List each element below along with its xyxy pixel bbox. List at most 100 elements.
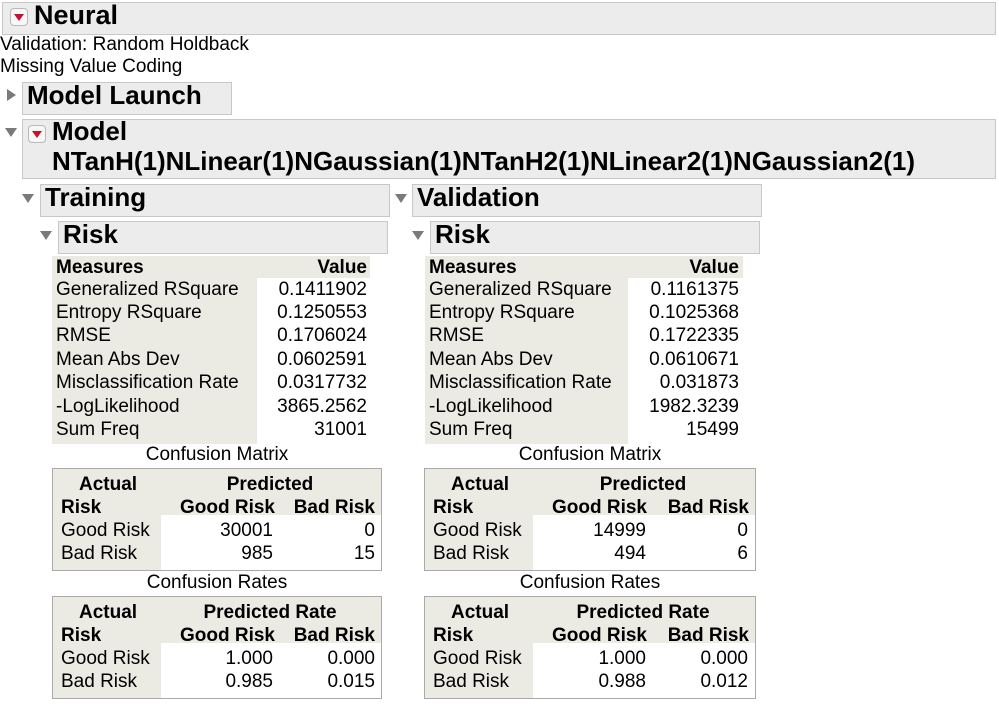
validation-measures-header: Measures	[429, 257, 517, 278]
model-structure-text: NTanH(1)NLinear(1)NGaussian(1)NTanH2(1)N…	[52, 146, 915, 176]
model-launch-disclosure-icon[interactable]	[7, 89, 16, 101]
training-value-header: Value	[317, 257, 367, 278]
model-title: Model	[52, 116, 128, 146]
training-cr-row-label: Bad Risk	[61, 671, 138, 692]
training-title: Training	[45, 182, 147, 212]
validation-cm-predicted-header: Predicted	[599, 474, 687, 495]
validation-measure-name: Generalized RSquare	[429, 279, 612, 300]
validation-measure-value: 1982.3239	[649, 396, 739, 417]
validation-cm-col2-header: Bad Risk	[667, 497, 749, 518]
training-cm-predicted-header: Predicted	[226, 474, 314, 495]
validation-cm-cell: 6	[737, 543, 748, 564]
training-cm-col1-header: Good Risk	[179, 497, 275, 518]
training-confusion-matrix-table: Actual Predicted Risk Good Risk Bad Risk…	[52, 468, 382, 571]
training-cm-cell: 30001	[220, 520, 273, 541]
validation-cr-col1-header: Good Risk	[551, 625, 647, 646]
validation-cm-col1-header: Good Risk	[551, 497, 647, 518]
neural-menu-icon[interactable]	[10, 8, 28, 26]
validation-measure-name: Misclassification Rate	[429, 372, 612, 393]
training-measure-name: Entropy RSquare	[56, 302, 202, 323]
validation-cm-cell: 494	[614, 543, 646, 564]
training-cr-risk-header: Risk	[61, 625, 102, 646]
validation-cr-col2-header: Bad Risk	[667, 625, 749, 646]
validation-cr-cell: 1.000	[598, 648, 646, 669]
training-measure-value: 0.1411902	[278, 279, 367, 300]
training-measure-value: 0.1706024	[277, 325, 367, 346]
training-measure-name: Generalized RSquare	[56, 279, 239, 300]
training-measure-name: Sum Freq	[56, 419, 140, 440]
training-cr-predicted-header: Predicted Rate	[203, 602, 337, 623]
validation-value-header: Value	[689, 257, 739, 278]
training-cr-actual-header: Actual	[79, 602, 138, 623]
validation-cr-cell: 0.988	[598, 671, 646, 692]
validation-cr-risk-header: Risk	[433, 625, 474, 646]
validation-measure-value: 0.0610671	[649, 349, 739, 370]
validation-measure-value: 15499	[686, 419, 739, 440]
training-cm-cell: 0	[364, 520, 375, 541]
validation-measure-name: RMSE	[429, 325, 484, 346]
validation-cr-predicted-header: Predicted Rate	[576, 602, 710, 623]
neural-title: Neural	[34, 0, 119, 30]
validation-cr-cell: 0.000	[700, 648, 748, 669]
training-confusion-matrix-title: Confusion Matrix	[145, 444, 289, 465]
training-measure-name: -LogLikelihood	[56, 396, 180, 417]
training-confusion-rates-title: Confusion Rates	[146, 572, 288, 593]
validation-measure-name: Sum Freq	[429, 419, 513, 440]
validation-cr-cell: 0.012	[700, 671, 748, 692]
model-menu-icon[interactable]	[28, 125, 46, 143]
training-cr-cell: 0.000	[327, 648, 375, 669]
training-measure-name: Mean Abs Dev	[56, 349, 180, 370]
training-risk-title: Risk	[63, 219, 118, 249]
model-disclosure-icon[interactable]	[5, 128, 17, 137]
validation-confusion-matrix-table: Actual Predicted Risk Good Risk Bad Risk…	[424, 468, 756, 571]
training-measure-name: RMSE	[56, 325, 111, 346]
validation-measure-name: Entropy RSquare	[429, 302, 575, 323]
training-cm-actual-header: Actual	[79, 474, 138, 495]
validation-confusion-rates-table: Actual Predicted Rate Risk Good Risk Bad…	[424, 596, 756, 699]
validation-cm-actual-header: Actual	[451, 474, 510, 495]
validation-confusion-matrix-title: Confusion Matrix	[518, 444, 662, 465]
training-disclosure-icon[interactable]	[22, 194, 34, 203]
training-measure-value: 31001	[314, 419, 367, 440]
training-measure-value: 0.1250553	[277, 302, 367, 323]
training-cm-cell: 15	[353, 543, 375, 564]
training-cr-cell: 1.000	[225, 648, 273, 669]
validation-cm-cell: 14999	[593, 520, 646, 541]
training-cr-cell: 0.985	[225, 671, 273, 692]
validation-measure-name: -LogLikelihood	[429, 396, 553, 417]
validation-cr-actual-header: Actual	[451, 602, 510, 623]
model-launch-title: Model Launch	[27, 80, 202, 110]
training-cm-cell: 985	[241, 543, 273, 564]
validation-measure-value: 0.1025368	[649, 302, 739, 323]
validation-title: Validation	[417, 182, 540, 212]
validation-confusion-rates-title: Confusion Rates	[519, 572, 661, 593]
validation-cr-row-label: Good Risk	[433, 648, 522, 669]
validation-risk-disclosure-icon[interactable]	[412, 231, 424, 240]
training-measure-value: 0.0317732	[277, 372, 367, 393]
validation-cm-cell: 0	[737, 520, 748, 541]
training-cr-cell: 0.015	[327, 671, 375, 692]
validation-cm-risk-header: Risk	[433, 497, 474, 518]
training-confusion-rates-table: Actual Predicted Rate Risk Good Risk Bad…	[52, 596, 382, 699]
training-cm-row-label: Good Risk	[61, 520, 150, 541]
training-cr-col1-header: Good Risk	[179, 625, 275, 646]
training-measure-value: 3865.2562	[277, 396, 367, 417]
training-cr-row-label: Good Risk	[61, 648, 150, 669]
validation-measure-name: Mean Abs Dev	[429, 349, 553, 370]
validation-cm-row-label: Good Risk	[433, 520, 522, 541]
training-measure-name: Misclassification Rate	[56, 372, 239, 393]
neural-header-bar	[2, 2, 996, 35]
validation-cm-row-label: Bad Risk	[433, 543, 510, 564]
validation-measure-value: 0.1722335	[649, 325, 739, 346]
validation-measure-value: 0.1161375	[650, 279, 739, 300]
training-measures-header: Measures	[56, 257, 144, 278]
missing-value-coding-text: Missing Value Coding	[0, 56, 183, 77]
training-cm-risk-header: Risk	[61, 497, 102, 518]
validation-disclosure-icon[interactable]	[395, 194, 407, 203]
training-risk-disclosure-icon[interactable]	[40, 231, 52, 240]
training-measure-value: 0.0602591	[277, 349, 367, 370]
validation-cr-row-label: Bad Risk	[433, 671, 510, 692]
training-cm-row-label: Bad Risk	[61, 543, 138, 564]
validation-measure-value: 0.031873	[659, 372, 739, 393]
training-cr-col2-header: Bad Risk	[293, 625, 375, 646]
